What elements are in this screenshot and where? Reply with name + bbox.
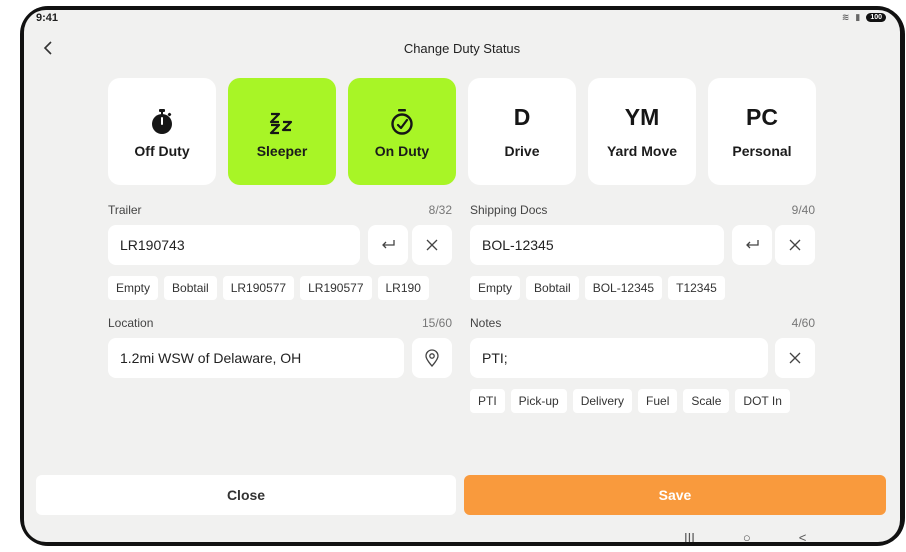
notes-input[interactable]: PTI; [470, 338, 768, 378]
suggestion-chip[interactable]: LR190577 [222, 276, 295, 300]
suggestion-chip[interactable]: Fuel [638, 389, 678, 413]
suggestion-chip[interactable]: Empty [470, 276, 521, 300]
timer-check-icon [389, 105, 415, 135]
suggestion-chip[interactable]: DOT In [735, 389, 790, 413]
return-arrow-icon [746, 240, 759, 249]
shipping-docs-clear-button[interactable] [775, 225, 815, 265]
trailer-char-count: 8/32 [428, 203, 452, 217]
system-nav-bar: III ○ < [684, 530, 806, 542]
suggestion-chip[interactable]: Bobtail [164, 276, 217, 300]
status-drive[interactable]: D Drive [468, 78, 576, 185]
shipping-docs-reuse-button[interactable] [732, 225, 772, 265]
suggestion-chip[interactable]: Scale [683, 389, 730, 413]
suggestion-chip[interactable]: Delivery [572, 389, 633, 413]
save-button[interactable]: Save [464, 475, 886, 515]
suggestion-chip[interactable]: Empty [108, 276, 159, 300]
status-letter: PC [746, 104, 778, 130]
page-title: Change Duty Status [403, 41, 521, 56]
home-nav-button[interactable]: ○ [743, 530, 751, 542]
trailer-input[interactable]: LR190743 [108, 225, 360, 265]
notes-field: Notes 4/60 PTI; PTI Pick-up Delivery Fue… [470, 316, 815, 416]
status-on-duty[interactable]: On Duty [348, 78, 456, 185]
signal-icon: ▮ [855, 12, 861, 22]
location-field: Location 15/60 1.2mi WSW of Delaware, OH [108, 316, 452, 380]
suggestion-chip[interactable]: Bobtail [526, 276, 579, 300]
trailer-label: Trailer [108, 203, 142, 217]
status-label: Yard Move [606, 143, 678, 159]
status-letter: YM [624, 104, 660, 130]
status-label: Personal [732, 143, 792, 159]
back-nav-button[interactable]: < [799, 530, 807, 542]
status-personal[interactable]: PC Personal [708, 78, 816, 185]
recents-nav-button[interactable]: III [684, 530, 695, 542]
suggestion-chip[interactable]: PTI [470, 389, 505, 413]
return-arrow-icon [382, 240, 395, 249]
suggestion-chip[interactable]: LR190 [377, 276, 429, 300]
status-bar: 9:41 ≋ ▮ 100 [36, 12, 886, 26]
location-char-count: 15/60 [421, 316, 452, 330]
status-letter: D [513, 104, 531, 130]
status-label: Sleeper [256, 142, 308, 159]
trailer-suggestions: Empty Bobtail LR190577 LR190577 LR190 [108, 276, 452, 300]
trailer-field: Trailer 8/32 LR190743 Empty Bobtail LR19… [108, 203, 452, 303]
wifi-icon: ≋ [841, 12, 850, 22]
status-label: On Duty [374, 142, 430, 159]
notes-suggestions: PTI Pick-up Delivery Fuel Scale DOT In [470, 389, 815, 413]
clock: 9:41 [36, 12, 59, 24]
shipping-docs-char-count: 9/40 [791, 203, 815, 217]
status-yard-move[interactable]: YM Yard Move [588, 78, 696, 185]
suggestion-chip[interactable]: BOL-12345 [584, 276, 663, 300]
location-input[interactable]: 1.2mi WSW of Delaware, OH [108, 338, 404, 378]
notes-label: Notes [470, 316, 502, 330]
suggestion-chip[interactable]: T12345 [668, 276, 725, 300]
duty-status-tiles: Off Duty Sleeper On Duty D Drive YM Yard… [108, 78, 816, 185]
location-pin-button[interactable] [412, 338, 452, 378]
shipping-docs-field: Shipping Docs 9/40 BOL-12345 Empty Bobta… [470, 203, 815, 303]
notes-char-count: 4/60 [791, 316, 815, 330]
shipping-docs-label: Shipping Docs [470, 203, 548, 217]
app-screen: 9:41 ≋ ▮ 100 Change Duty Status Off Duty… [24, 10, 900, 542]
suggestion-chip[interactable]: LR190577 [300, 276, 372, 300]
trailer-clear-button[interactable] [412, 225, 452, 265]
header: Change Duty Status [24, 38, 900, 62]
close-icon [426, 239, 438, 251]
close-icon [789, 239, 801, 251]
location-pin-icon [425, 349, 439, 367]
close-icon [789, 352, 801, 364]
location-label: Location [108, 316, 154, 330]
status-sleeper[interactable]: Sleeper [228, 78, 336, 185]
shipping-docs-input[interactable]: BOL-12345 [470, 225, 724, 265]
close-button[interactable]: Close [36, 475, 456, 515]
notes-clear-button[interactable] [775, 338, 815, 378]
suggestion-chip[interactable]: Pick-up [510, 389, 567, 413]
battery-icon: 100 [866, 13, 886, 22]
stopwatch-icon [150, 105, 174, 135]
status-off-duty[interactable]: Off Duty [108, 78, 216, 185]
status-label: Drive [504, 143, 540, 159]
status-label: Off Duty [134, 142, 190, 159]
shipping-docs-suggestions: Empty Bobtail BOL-12345 T12345 [470, 276, 815, 300]
trailer-reuse-button[interactable] [368, 225, 408, 265]
zzz-icon [269, 105, 295, 135]
